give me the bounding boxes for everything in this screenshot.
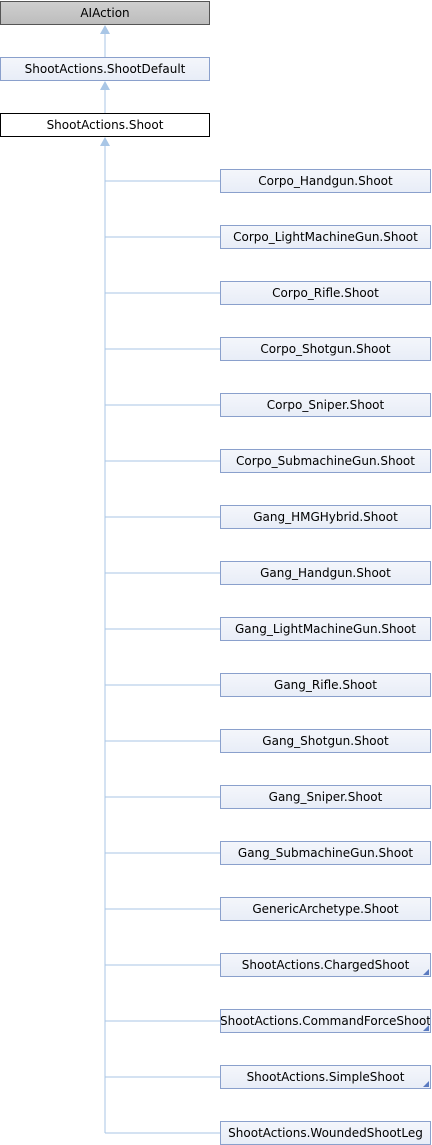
node-derived-class[interactable]: Gang_Sniper.Shoot <box>220 785 431 809</box>
node-current-class: ShootActions.Shoot <box>0 113 210 137</box>
node-derived-class[interactable]: GenericArchetype.Shoot <box>220 897 431 921</box>
node-derived-class[interactable]: ShootActions.WoundedShootLeg <box>220 1121 431 1145</box>
node-derived-class[interactable]: Gang_LightMachineGun.Shoot <box>220 617 431 641</box>
node-base-class[interactable]: AIAction <box>0 1 210 25</box>
arrowhead-base <box>100 25 110 34</box>
node-derived-class[interactable]: Corpo_Sniper.Shoot <box>220 393 431 417</box>
node-derived-class[interactable]: Gang_Rifle.Shoot <box>220 673 431 697</box>
node-derived-class[interactable]: Corpo_LightMachineGun.Shoot <box>220 225 431 249</box>
node-derived-class[interactable]: Corpo_Rifle.Shoot <box>220 281 431 305</box>
node-derived-class[interactable]: ShootActions.SimpleShoot <box>220 1065 431 1089</box>
node-derived-class[interactable]: ShootActions.CommandForceShoot <box>220 1009 431 1033</box>
node-derived-class[interactable]: Gang_Shotgun.Shoot <box>220 729 431 753</box>
arrowhead-current <box>100 137 110 146</box>
node-derived-class[interactable]: ShootActions.ChargedShoot <box>220 953 431 977</box>
node-derived-class[interactable]: Corpo_SubmachineGun.Shoot <box>220 449 431 473</box>
node-parent-class[interactable]: ShootActions.ShootDefault <box>0 57 210 81</box>
node-derived-class[interactable]: Gang_Handgun.Shoot <box>220 561 431 585</box>
arrowhead-parent <box>100 81 110 90</box>
node-derived-class[interactable]: Gang_HMGHybrid.Shoot <box>220 505 431 529</box>
node-derived-class[interactable]: Corpo_Handgun.Shoot <box>220 169 431 193</box>
node-derived-class[interactable]: Corpo_Shotgun.Shoot <box>220 337 431 361</box>
node-derived-class[interactable]: Gang_SubmachineGun.Shoot <box>220 841 431 865</box>
